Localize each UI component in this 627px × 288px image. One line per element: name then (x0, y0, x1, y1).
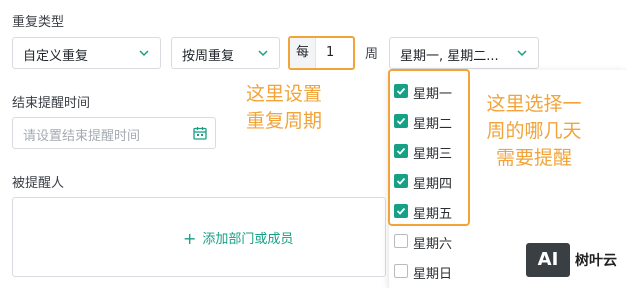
checkbox-unchecked-icon[interactable] (394, 234, 408, 248)
chevron-down-icon (139, 50, 149, 57)
checkbox-checked-icon[interactable] (394, 84, 408, 98)
watermark-logo: AI (526, 243, 570, 277)
end-reminder-label: 结束提醒时间 (12, 96, 91, 111)
watermark: AI 树叶云 (526, 243, 627, 277)
plus-icon: + (183, 229, 197, 248)
weekday-label: 星期三 (413, 147, 453, 162)
repeat-mode-select[interactable]: 自定义重复 (12, 37, 161, 69)
annotation-line: 这里选择一 (486, 93, 582, 115)
interval-value: 1 (326, 45, 335, 60)
end-reminder-placeholder: 请设置结束提醒时间 (23, 129, 141, 144)
annotation-line: 这里设置 (245, 83, 322, 105)
annotation-weekdays: 这里选择一 周的哪几天 需要提醒 (474, 91, 594, 172)
repeat-unit-value: 按周重复 (182, 49, 235, 64)
reminded-members-box[interactable]: + 添加部门或成员 (12, 197, 386, 277)
weekday-option[interactable]: 星期五 (389, 196, 479, 226)
weekday-option[interactable]: 星期六 (389, 226, 479, 256)
weekday-option[interactable]: 星期三 (389, 136, 479, 166)
chevron-down-icon (517, 50, 527, 57)
checkbox-unchecked-icon[interactable] (394, 264, 408, 278)
checkbox-checked-icon[interactable] (394, 174, 408, 188)
weekday-label: 星期一 (413, 87, 453, 102)
weekday-option[interactable]: 星期日 (389, 256, 479, 286)
annotation-interval: 这里设置 重复周期 (236, 81, 332, 135)
interval-suffix: 周 (365, 47, 379, 62)
reminded-label: 被提醒人 (12, 176, 65, 191)
checkbox-checked-icon[interactable] (394, 204, 408, 218)
watermark-name: 树叶云 (575, 253, 617, 269)
repeat-unit-select[interactable]: 按周重复 (171, 37, 280, 69)
weekday-label: 星期四 (413, 177, 453, 192)
add-member-label: 添加部门或成员 (202, 232, 294, 247)
repeat-interval-input[interactable]: 每 1 (288, 36, 355, 70)
weekday-label: 星期六 (413, 237, 453, 252)
weekdays-select[interactable]: 星期一, 星期二... (389, 37, 539, 69)
weekday-label: 星期五 (413, 207, 453, 222)
weekday-option[interactable]: 星期四 (389, 166, 479, 196)
weekday-option[interactable]: 星期一 (389, 76, 479, 106)
chevron-down-icon (258, 50, 268, 57)
interval-prefix: 每 (290, 38, 316, 68)
repeat-type-label: 重复类型 (12, 15, 65, 30)
end-reminder-input[interactable]: 请设置结束提醒时间 (12, 117, 216, 149)
annotation-line: 周的哪几天 (486, 120, 582, 142)
weekday-option[interactable]: 星期二 (389, 106, 479, 136)
repeat-mode-value: 自定义重复 (23, 49, 89, 64)
weekdays-value: 星期一, 星期二... (400, 49, 499, 64)
annotation-line: 需要提醒 (495, 147, 572, 169)
checkbox-checked-icon[interactable] (394, 114, 408, 128)
checkbox-checked-icon[interactable] (394, 144, 408, 158)
annotation-line: 重复周期 (245, 110, 322, 132)
weekday-label: 星期二 (413, 117, 453, 132)
add-member-button[interactable]: + 添加部门或成员 (183, 228, 294, 248)
calendar-icon[interactable] (193, 126, 207, 140)
weekday-label: 星期日 (413, 267, 453, 282)
